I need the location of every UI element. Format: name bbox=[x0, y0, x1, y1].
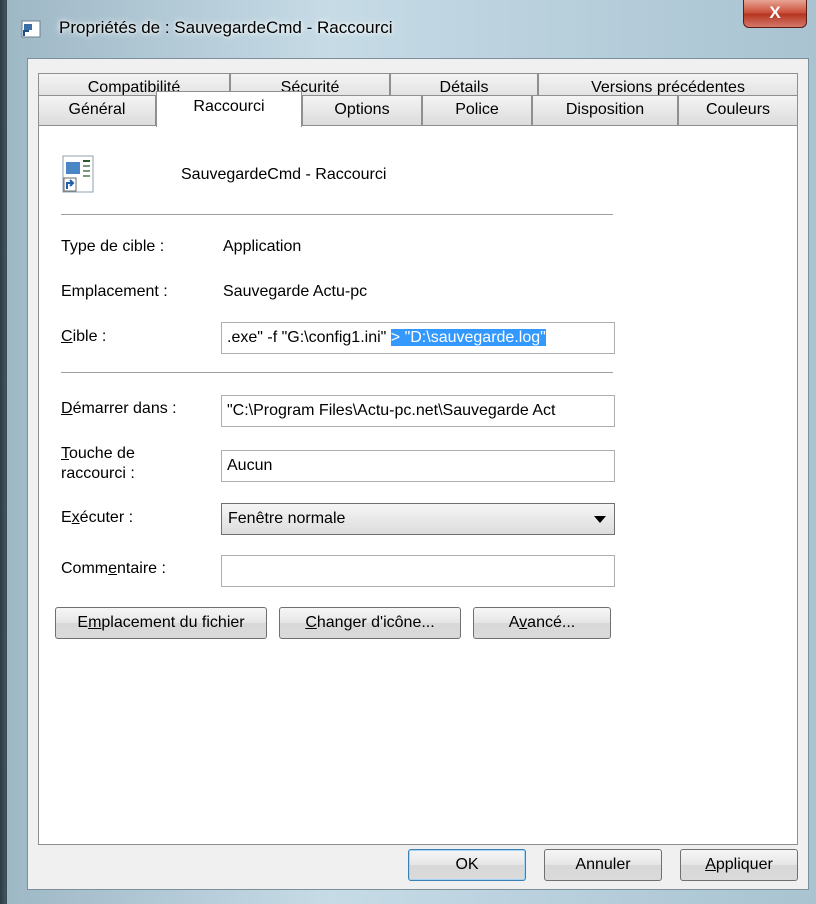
advanced-button[interactable]: Avancé... bbox=[473, 607, 611, 639]
target-type-value: Application bbox=[223, 238, 302, 255]
comment-input[interactable] bbox=[221, 555, 615, 587]
shortcut-icon bbox=[21, 20, 41, 38]
open-file-location-button[interactable]: Emplacement du fichier bbox=[55, 607, 267, 639]
tab-police[interactable]: Police bbox=[422, 95, 532, 125]
title-bar[interactable]: Propriétés de : SauvegardeCmd - Raccourc… bbox=[7, 0, 816, 58]
dialog-body: Compatibilité Sécurité Détails Versions … bbox=[27, 58, 809, 890]
shortcut-file-icon bbox=[62, 155, 94, 193]
target-label: Cible : bbox=[61, 328, 107, 345]
run-mode-select[interactable]: Fenêtre normale bbox=[221, 503, 615, 535]
tab-raccourci[interactable]: Raccourci bbox=[156, 91, 302, 127]
tab-general[interactable]: Général bbox=[38, 95, 156, 125]
close-button[interactable]: X bbox=[743, 0, 807, 28]
location-value: Sauvegarde Actu-pc bbox=[223, 283, 368, 300]
target-selection: > "D:\sauvegarde.log" bbox=[390, 329, 546, 346]
tab-panel-raccourci: SauvegardeCmd - Raccourci Type de cible … bbox=[38, 125, 798, 845]
run-mode-value: Fenêtre normale bbox=[228, 510, 346, 527]
cancel-button[interactable]: Annuler bbox=[544, 849, 662, 881]
chevron-down-icon bbox=[594, 516, 606, 523]
start-in-input[interactable]: "C:\Program Files\Actu-pc.net\Sauvegarde… bbox=[221, 395, 615, 427]
change-icon-button[interactable]: Changer d'icône... bbox=[279, 607, 461, 639]
target-text: .exe" -f "G:\config1.ini" bbox=[227, 329, 391, 346]
target-input[interactable]: .exe" -f "G:\config1.ini" > "D:\sauvegar… bbox=[221, 322, 615, 354]
shortcut-name: SauvegardeCmd - Raccourci bbox=[181, 166, 387, 183]
run-label: Exécuter : bbox=[61, 509, 134, 526]
apply-button[interactable]: Appliquer bbox=[680, 849, 798, 881]
ok-button[interactable]: OK bbox=[408, 849, 526, 881]
divider bbox=[61, 214, 613, 215]
start-in-label: Démarrer dans : bbox=[61, 400, 177, 417]
hotkey-input[interactable]: Aucun bbox=[221, 450, 615, 482]
hotkey-label: Touche de raccourci : bbox=[61, 445, 135, 482]
divider bbox=[61, 372, 613, 373]
tab-couleurs[interactable]: Couleurs bbox=[678, 95, 798, 125]
tab-disposition[interactable]: Disposition bbox=[532, 95, 678, 125]
target-type-label: Type de cible : bbox=[61, 238, 165, 255]
tab-options[interactable]: Options bbox=[302, 95, 422, 125]
comment-label: Commentaire : bbox=[61, 560, 166, 577]
properties-dialog: Propriétés de : SauvegardeCmd - Raccourc… bbox=[6, 0, 816, 904]
location-label: Emplacement : bbox=[61, 283, 168, 300]
window-title: Propriétés de : SauvegardeCmd - Raccourc… bbox=[59, 18, 393, 37]
